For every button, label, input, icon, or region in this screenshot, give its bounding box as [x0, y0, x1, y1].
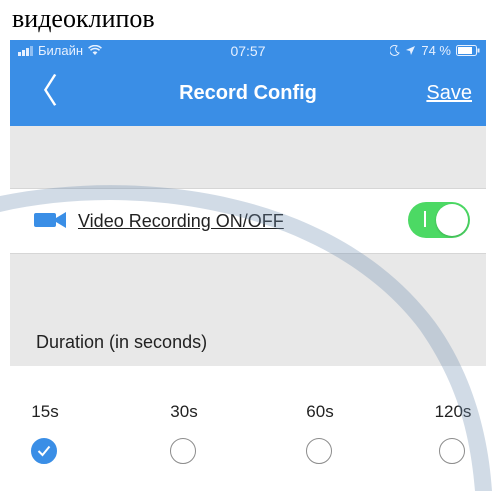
duration-option-30s[interactable]: 30s: [149, 366, 219, 466]
section-spacer: [10, 126, 486, 189]
save-button[interactable]: Save: [426, 82, 472, 105]
toggle-knob: [436, 204, 468, 236]
video-recording-label: Video Recording ON/OFF: [78, 211, 284, 231]
radio-unchecked-icon[interactable]: [170, 438, 196, 464]
nav-bar: 〈 Record Config Save: [10, 62, 486, 126]
moon-icon: [390, 45, 401, 56]
status-right: 74 %: [390, 43, 480, 58]
option-label: 120s: [434, 402, 472, 421]
duration-option-60s[interactable]: 60s: [285, 366, 355, 466]
duration-option-120s[interactable]: 120s: [418, 366, 486, 466]
battery-icon: [456, 45, 480, 56]
phone-screen: Билайн 07:57 74 % 〈 Record Config Save V…: [10, 40, 486, 491]
radio-unchecked-icon[interactable]: [306, 438, 332, 464]
duration-options: 15s 30s 60s 120s: [10, 366, 486, 491]
option-label: 30s: [170, 402, 198, 421]
video-camera-icon: [34, 212, 66, 228]
page-caption: видеоклипов: [12, 4, 155, 33]
duration-section: Duration (in seconds): [10, 253, 486, 367]
video-recording-row[interactable]: Video Recording ON/OFF: [10, 189, 486, 253]
radio-checked-icon[interactable]: [31, 438, 57, 464]
video-recording-toggle[interactable]: [408, 202, 470, 238]
battery-percent: 74 %: [421, 43, 451, 58]
location-arrow-icon: [406, 46, 416, 55]
toggle-on-mark: [424, 211, 426, 227]
option-label: 15s: [31, 402, 59, 421]
duration-header: Duration (in seconds): [36, 332, 208, 352]
status-bar: Билайн 07:57 74 %: [10, 40, 486, 62]
page-title: Record Config: [179, 82, 317, 104]
option-label: 60s: [306, 402, 334, 421]
duration-option-15s[interactable]: 15s: [10, 366, 80, 466]
radio-unchecked-icon[interactable]: [439, 438, 465, 464]
